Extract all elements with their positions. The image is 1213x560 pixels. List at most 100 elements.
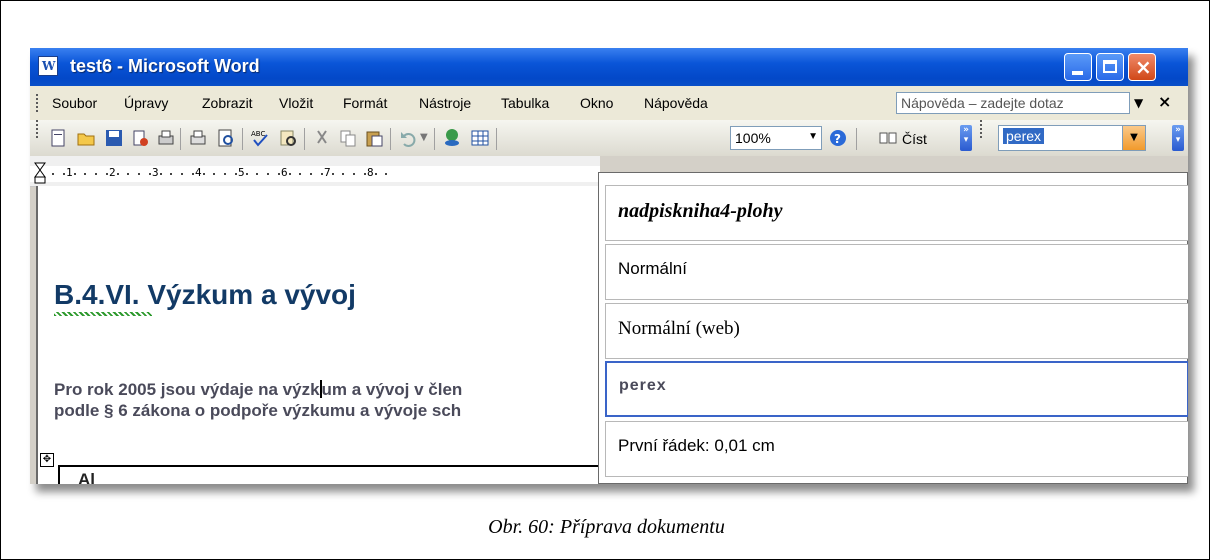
style-value: perex [1003, 128, 1045, 144]
ruler-tick [170, 173, 172, 175]
ruler-tick [375, 173, 377, 175]
ruler-number: 8 [367, 166, 374, 179]
grammar-squiggle [54, 312, 152, 316]
style-option-prvni-radek[interactable]: První řádek: 0,01 cm [605, 421, 1188, 477]
style-option-normalni-web[interactable]: Normální (web) [605, 303, 1188, 359]
close-button[interactable]: × [1128, 53, 1156, 81]
chevron-down-icon[interactable]: ▼ [1122, 126, 1145, 150]
style-option-label: Normální (web) [618, 318, 740, 339]
formatting-grip-icon[interactable] [980, 120, 985, 138]
indent-marker-icon[interactable] [34, 162, 46, 184]
undo-dropdown-icon[interactable]: ▼ [420, 132, 428, 143]
ruler-tick [52, 173, 54, 175]
maximize-button[interactable] [1096, 53, 1124, 81]
table-border [58, 465, 618, 467]
zoom-value: 100% [735, 130, 771, 146]
ruler-tick [181, 173, 183, 175]
table-border [58, 465, 60, 484]
table-move-handle-icon[interactable]: ✥ [40, 453, 54, 467]
ruler-tick [235, 173, 237, 175]
copy-icon[interactable] [338, 128, 358, 148]
menu-soubor[interactable]: Soubor [52, 95, 97, 111]
style-option-label: Normální [618, 259, 687, 278]
open-icon[interactable] [76, 128, 96, 148]
table-icon[interactable] [470, 128, 490, 148]
style-option-perex[interactable]: perex [605, 361, 1188, 417]
figure-caption: Obr. 60: Příprava dokumentu [488, 516, 725, 538]
style-option-label: nadpiskniha4-plohy [618, 200, 783, 222]
menu-zobrazit[interactable]: Zobrazit [202, 95, 253, 111]
minimize-button[interactable] [1064, 53, 1092, 81]
help-icon[interactable]: ? [828, 128, 848, 148]
ruler-tick [95, 173, 97, 175]
ruler-tick [246, 173, 248, 175]
svg-text:ABC: ABC [251, 130, 265, 138]
close-document-icon[interactable]: × [1158, 92, 1171, 111]
standard-toolbar: ABC ▼ 100% ▼ ? Číst » ▾ perex ▼ » ▾ [30, 120, 1188, 156]
print-icon[interactable] [188, 128, 208, 148]
toolbar-separator [390, 128, 391, 150]
ruler-tick [310, 173, 312, 175]
style-option-nadpiskniha[interactable]: nadpiskniha4-plohy [605, 185, 1188, 241]
print-preview-icon[interactable] [156, 128, 176, 148]
read-icon[interactable] [878, 128, 898, 148]
menu-tabulka[interactable]: Tabulka [501, 95, 549, 111]
toolbar-options-icon[interactable]: » ▾ [960, 125, 972, 151]
word-window: W test6 - Microsoft Word × Soubor Úpravy… [30, 48, 1188, 484]
new-icon[interactable] [48, 128, 68, 148]
horizontal-ruler[interactable]: 1 2 3 4 5 6 7 8 [30, 156, 600, 187]
style-select[interactable]: perex ▼ [998, 125, 1146, 151]
ruler-tick [117, 173, 119, 175]
paragraph-text-a: Pro rok 2005 jsou výdaje na výzk [54, 380, 320, 399]
toolbar-separator [180, 128, 181, 150]
menu-nastroje[interactable]: Nástroje [419, 95, 471, 111]
menu-grip-icon[interactable] [36, 94, 41, 112]
document-heading[interactable]: B.4.VI. Výzkum a vývoj [54, 279, 356, 311]
paragraph[interactable]: Pro rok 2005 jsou výdaje na výzk um a výv… [54, 379, 614, 421]
help-search-input[interactable]: Nápověda – zadejte dotaz [896, 92, 1130, 114]
ruler-tick [364, 173, 366, 175]
hyperlink-icon[interactable] [442, 128, 462, 148]
toolbar-separator [434, 128, 435, 150]
ruler-tick [84, 173, 86, 175]
menu-bar: Soubor Úpravy Zobrazit Vložit Formát Nás… [30, 86, 1188, 120]
toolbar-separator [304, 128, 305, 150]
permission-icon[interactable] [130, 128, 150, 148]
ruler-number: 3 [152, 166, 159, 179]
ruler-tick [267, 173, 269, 175]
ruler-tick [138, 173, 140, 175]
style-option-normalni[interactable]: Normální [605, 244, 1188, 300]
paste-icon[interactable] [364, 128, 384, 148]
spelling-icon[interactable]: ABC [250, 128, 270, 148]
ruler-number: 4 [195, 166, 202, 179]
table-cell-text: Al [78, 470, 95, 484]
save-icon[interactable] [104, 128, 124, 148]
undo-icon[interactable] [398, 128, 418, 148]
chevron-down-icon[interactable]: ▼ [808, 131, 818, 142]
document-page[interactable]: B.4.VI. Výzkum a vývoj Pro rok 2005 jsou… [36, 186, 618, 484]
paragraph-text-b: um a vývoj v člen [321, 380, 463, 399]
menu-napoveda[interactable]: Nápověda [644, 95, 708, 111]
ruler-number: 7 [324, 166, 331, 179]
toolbar-separator [496, 128, 497, 150]
chevron-down-icon[interactable]: ▼ [1134, 96, 1143, 110]
toolbar-options-icon[interactable]: » ▾ [1172, 125, 1184, 151]
zoom-select[interactable]: 100% ▼ [730, 126, 822, 150]
research-icon[interactable] [278, 128, 298, 148]
style-option-label: perex [619, 377, 667, 394]
ruler-number: 6 [281, 166, 288, 179]
read-button-label[interactable]: Číst [902, 131, 927, 147]
menu-upravy[interactable]: Úpravy [124, 95, 168, 111]
cut-icon[interactable] [312, 128, 332, 148]
preview-icon[interactable] [216, 128, 236, 148]
ruler-number: 5 [238, 166, 245, 179]
menu-format[interactable]: Formát [343, 95, 387, 111]
menu-okno[interactable]: Okno [580, 95, 613, 111]
svg-text:?: ? [834, 132, 841, 146]
ruler-tick [106, 173, 108, 175]
menu-vlozit[interactable]: Vložit [279, 95, 313, 111]
title-bar[interactable]: W test6 - Microsoft Word × [30, 48, 1188, 86]
toolbar-grip-icon[interactable] [36, 120, 41, 138]
ruler-tick [385, 173, 387, 175]
style-dropdown-list: nadpiskniha4-plohy Normální Normální (we… [598, 172, 1188, 484]
